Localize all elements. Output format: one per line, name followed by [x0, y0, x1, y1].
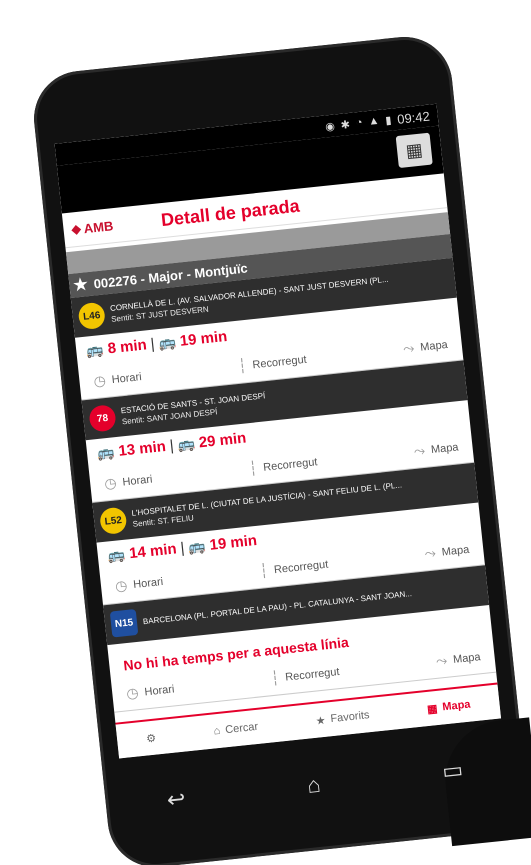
tab-favorits[interactable]: ★ Favorits: [315, 709, 371, 728]
map-line-icon: ⤳: [435, 651, 448, 669]
tab-cercar[interactable]: ⌂ Cercar: [213, 721, 259, 738]
mapa-label: Mapa: [430, 440, 460, 456]
phone-screen: ◉ ✱ ◔ ▲ ▮ 09:42 ▦ ◆ AMB Detall de parada: [54, 103, 502, 759]
recorregut-label: Recorregut: [262, 455, 318, 474]
map-view-button[interactable]: ▦: [395, 132, 433, 169]
status-time: 09:42: [396, 108, 431, 127]
line-time-1: 13 min: [117, 437, 167, 460]
route-icon: ┆: [247, 459, 259, 477]
tab-mapa-label: Mapa: [441, 698, 472, 714]
favorite-star-icon[interactable]: ★: [72, 274, 89, 295]
clock-icon: ◷: [92, 371, 107, 390]
horari-button[interactable]: ◷ Horari: [103, 471, 153, 493]
amb-logo: ◆ AMB: [71, 213, 162, 237]
map-line-icon: ⤳: [402, 339, 416, 357]
tab-cercar-label: Cercar: [224, 720, 259, 737]
clock-icon: ◷: [125, 684, 140, 702]
location-icon: ◉: [324, 120, 336, 133]
clock-icon: ◷: [114, 576, 129, 594]
recorregut-button[interactable]: ┆ Recorregut: [259, 556, 329, 580]
recorregut-button[interactable]: ┆ Recorregut: [270, 663, 340, 687]
recorregut-button[interactable]: ┆ Recorregut: [237, 351, 307, 375]
amb-logo-icon: ◆: [70, 221, 82, 237]
line-time-1: 8 min: [106, 336, 148, 358]
times-separator: |: [168, 437, 175, 455]
tab-favorits-label: Favorits: [329, 709, 371, 726]
times-separator: |: [179, 539, 186, 557]
phone-device: ◉ ✱ ◔ ▲ ▮ 09:42 ▦ ◆ AMB Detall de parada: [29, 32, 531, 865]
horari-button[interactable]: ◷ Horari: [114, 573, 164, 595]
amb-logo-text: AMB: [82, 217, 115, 236]
recents-icon[interactable]: ▭: [441, 757, 464, 785]
gear-icon: ⚙: [145, 732, 157, 746]
bus-icon: 🚌: [176, 434, 196, 453]
map-line-icon: ⤳: [423, 544, 437, 562]
clock-icon: ◷: [103, 474, 118, 492]
bus-icon: 🚌: [107, 545, 127, 564]
line-badge: L52: [98, 506, 128, 536]
map-tab-icon: ▦: [426, 702, 439, 716]
recorregut-label: Recorregut: [273, 558, 329, 576]
bluetooth-icon: ✱: [340, 118, 351, 132]
recorregut-label: Recorregut: [284, 665, 341, 684]
mapa-button[interactable]: ⤳ Mapa: [413, 438, 459, 460]
horari-label: Horari: [121, 473, 153, 489]
tab-mapa[interactable]: ▦ Mapa: [426, 698, 472, 716]
horari-button[interactable]: ◷ Horari: [126, 680, 176, 702]
line-time-2: 29 min: [198, 429, 248, 452]
mapa-label: Mapa: [441, 543, 470, 559]
back-icon[interactable]: ↩: [166, 786, 187, 814]
mapa-label: Mapa: [452, 650, 482, 666]
line-time-1: 14 min: [128, 540, 178, 563]
recorregut-button[interactable]: ┆ Recorregut: [248, 453, 318, 477]
home-nav-icon[interactable]: ⌂: [306, 772, 322, 799]
route-icon: ┆: [237, 357, 248, 374]
route-icon: ┆: [270, 669, 281, 687]
horari-label: Horari: [143, 682, 175, 698]
map-line-icon: ⤳: [413, 441, 426, 459]
battery-icon: ▮: [384, 114, 392, 127]
home-icon: ⌂: [213, 724, 221, 738]
mapa-button[interactable]: ⤳ Mapa: [424, 541, 470, 563]
line-time-2: 19 min: [178, 327, 229, 350]
line-badge: N15: [109, 608, 139, 638]
bus-icon: 🚌: [157, 333, 177, 352]
horari-label: Horari: [111, 370, 143, 386]
signal-icon: ▲: [367, 114, 380, 128]
line-badge: 78: [88, 404, 117, 433]
tab-settings[interactable]: ⚙: [146, 731, 157, 745]
line-text: ESTACIÓ DE SANTS - ST. JOAN DESPÍ Sentit…: [120, 390, 267, 427]
recorregut-label: Recorregut: [251, 353, 308, 371]
star-icon: ★: [315, 714, 327, 728]
bus-icon: 🚌: [96, 443, 116, 462]
times-separator: |: [149, 335, 156, 353]
route-icon: ┆: [258, 561, 269, 579]
line-time-2: 19 min: [208, 531, 258, 554]
bus-icon: 🚌: [187, 537, 207, 556]
line-badge: L46: [77, 301, 107, 331]
horari-button[interactable]: ◷ Horari: [93, 368, 143, 390]
stage: ◉ ✱ ◔ ▲ ▮ 09:42 ▦ ◆ AMB Detall de parada: [0, 0, 531, 865]
mapa-button[interactable]: ⤳ Mapa: [402, 336, 448, 358]
horari-label: Horari: [132, 575, 164, 591]
bus-icon: 🚌: [85, 340, 105, 359]
mapa-label: Mapa: [419, 338, 449, 354]
mapa-button[interactable]: ⤳ Mapa: [435, 648, 481, 670]
wifi-icon: ◔: [355, 116, 364, 130]
map-icon: ▦: [404, 138, 424, 161]
